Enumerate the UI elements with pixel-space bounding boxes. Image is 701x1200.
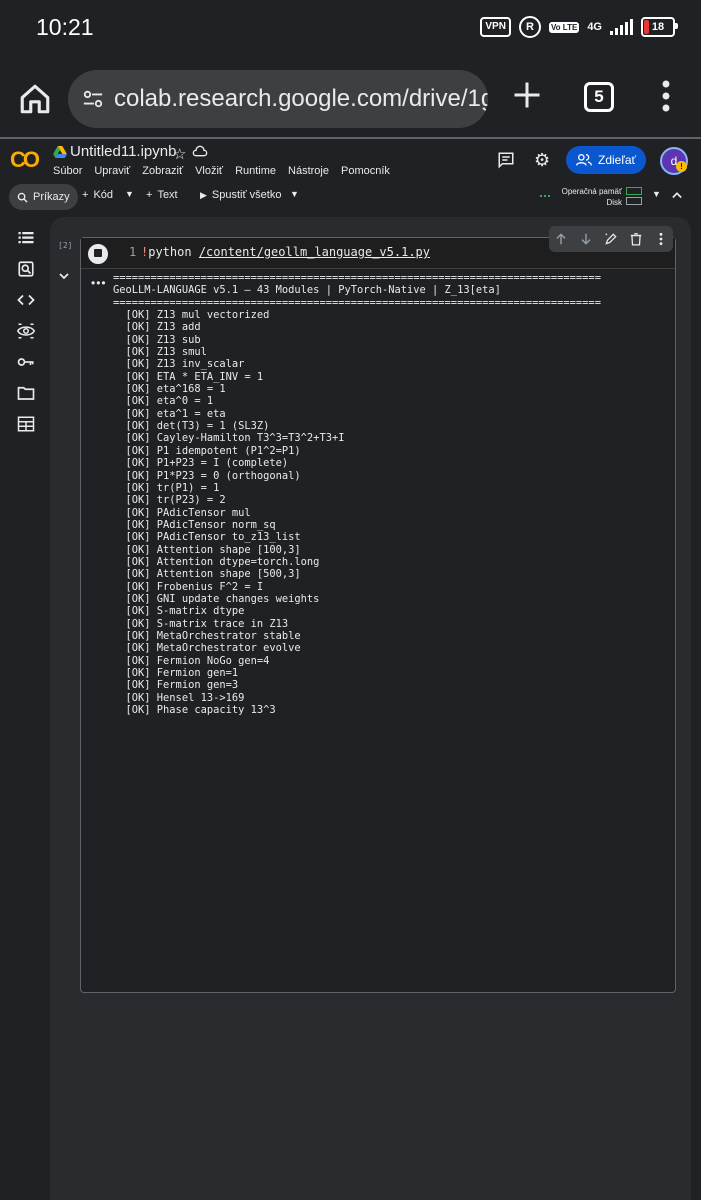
comment-icon[interactable] [497,151,515,169]
table-icon[interactable] [17,415,35,433]
url-text[interactable]: colab.research.google.com/drive/1g [114,85,488,113]
chevron-down-icon[interactable]: ▼ [652,189,661,199]
add-code-label: Kód [93,189,114,201]
disk-label: Disk [606,198,622,207]
status-icons: VPN R Vo LTE 4G 18 [480,16,678,38]
gear-icon[interactable]: ⚙ [534,151,552,169]
ram-bar [626,187,642,195]
battery-level: 18 [651,21,665,33]
key-icon[interactable] [17,353,35,371]
people-icon [575,154,592,166]
share-label: Zdieľať [597,153,636,167]
menu-runtime[interactable]: Runtime [235,165,276,177]
signal-icon [610,19,633,35]
star-icon[interactable]: ☆ [173,145,186,163]
plus-icon: + [82,189,89,201]
chevron-down-icon[interactable]: ▼ [125,189,134,199]
play-icon: ▶ [200,189,207,200]
commands-button[interactable]: Príkazy [9,184,78,210]
arrow-up-icon[interactable] [554,232,568,246]
add-text-label: Text [157,189,178,201]
home-icon[interactable] [18,82,52,116]
warning-badge: ! [676,161,687,172]
drive-icon [53,146,67,158]
notebook-title[interactable]: Untitled11.ipynb [70,143,176,160]
run-all-button[interactable]: ▶ Spustiť všetko [200,189,281,201]
cell-toolbar [549,226,673,252]
tab-switcher-button[interactable]: 5 [584,82,614,112]
tune-icon[interactable] [82,88,104,110]
cell-output: ========================================… [113,272,601,717]
menu-bar: Súbor Upraviť Zobraziť Vložiť Runtime Ná… [53,165,390,177]
sidebar [0,213,50,1200]
folder-icon[interactable] [17,384,35,402]
connected-indicator [540,191,550,197]
more-vert-icon[interactable] [654,232,668,246]
run-cell-button[interactable] [88,244,108,264]
code-command: python [148,245,199,259]
network-type: 4G [587,21,602,33]
chevron-down-icon[interactable] [58,272,70,280]
menu-insert[interactable]: Vložiť [195,165,223,177]
chevron-down-icon[interactable]: ▼ [290,189,299,199]
volte-icon: Vo LTE [548,21,580,33]
status-bar: 10:21 VPN R Vo LTE 4G 18 [0,0,701,56]
variables-icon[interactable] [17,322,35,340]
add-text-button[interactable]: + Text [146,189,178,201]
ram-label: Operačná pamäť [561,187,622,196]
commands-label: Príkazy [33,191,70,203]
menu-file[interactable]: Súbor [53,165,82,177]
menu-view[interactable]: Zobraziť [142,165,183,177]
add-code-button[interactable]: + Kód [82,189,113,201]
run-all-label: Spustiť všetko [211,189,282,201]
plus-icon[interactable] [512,80,542,110]
search-icon [17,192,28,203]
clock: 10:21 [36,14,94,40]
registered-icon: R [518,16,541,38]
share-button[interactable]: Zdieľať [566,146,646,174]
menu-edit[interactable]: Upraviť [94,165,130,177]
battery-icon: 18 [641,17,678,37]
address-bar[interactable]: colab.research.google.com/drive/1g [68,70,488,128]
code-line[interactable]: !python /content/geollm_language_v5.1.py [141,245,430,259]
colab-logo[interactable]: CO [10,147,40,173]
disk-bar [626,197,642,205]
vpn-icon: VPN [480,17,511,37]
resource-bars[interactable] [626,187,642,207]
browser-toolbar: colab.research.google.com/drive/1g 5 [0,56,701,138]
arrow-down-icon[interactable] [579,232,593,246]
colab-header: CO Untitled11.ipynb ☆ Súbor Upraviť Zobr… [0,139,701,183]
edit-icon[interactable] [604,232,618,246]
menu-help[interactable]: Pomocník [341,165,390,177]
code-icon[interactable] [17,291,35,309]
more-vert-icon[interactable] [660,80,672,112]
line-number: 1 [129,245,137,259]
output-menu-icon[interactable]: ••• [91,276,107,290]
code-path[interactable]: /content/geollm_language_v5.1.py [199,245,430,259]
toc-icon[interactable] [17,229,35,247]
notebook-toolbar: Príkazy + Kód ▼ + Text ▶ Spustiť všetko … [0,183,701,213]
code-cell[interactable]: 1 !python /content/geollm_language_v5.1.… [80,226,676,993]
resource-labels[interactable]: Operačná pamäť Disk [560,186,622,208]
menu-tools[interactable]: Nástroje [288,165,329,177]
plus-icon: + [146,189,153,201]
cloud-icon [192,145,208,157]
find-icon[interactable] [17,260,35,278]
chevron-up-icon[interactable] [672,190,682,200]
execution-count: [2] [58,241,73,250]
delete-icon[interactable] [629,232,643,246]
